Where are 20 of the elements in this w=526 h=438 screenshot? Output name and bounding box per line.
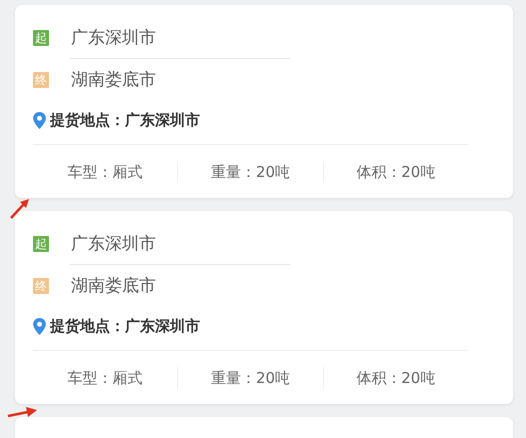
spec-text: 重量：20吨 bbox=[210, 368, 290, 389]
stop-tag: 终 bbox=[33, 72, 49, 88]
pickup-location: 提货地点：广东深圳市 bbox=[50, 110, 200, 131]
city-text: 广东深圳市 bbox=[71, 232, 156, 254]
stop-tag: 起 bbox=[33, 236, 49, 252]
location-pin-icon bbox=[33, 112, 46, 128]
annotation-arrow bbox=[9, 198, 31, 220]
spec-text: 车型：厢式 bbox=[68, 368, 143, 389]
pickup-location: 提货地点：广东深圳市 bbox=[50, 316, 200, 337]
city-text: 湖南娄底市 bbox=[71, 68, 156, 90]
city-text: 广东深圳市 bbox=[71, 26, 156, 48]
stop-tag: 起 bbox=[33, 30, 49, 46]
location-pin-icon bbox=[33, 318, 46, 334]
stop-tag: 终 bbox=[33, 278, 49, 294]
annotation-arrow bbox=[6, 405, 38, 419]
spec-text: 重量：20吨 bbox=[210, 162, 290, 183]
spec-text: 体积：20吨 bbox=[356, 368, 436, 389]
spec-text: 车型：厢式 bbox=[68, 162, 143, 183]
spec-text: 体积：20吨 bbox=[356, 162, 436, 183]
city-text: 湖南娄底市 bbox=[71, 274, 156, 296]
